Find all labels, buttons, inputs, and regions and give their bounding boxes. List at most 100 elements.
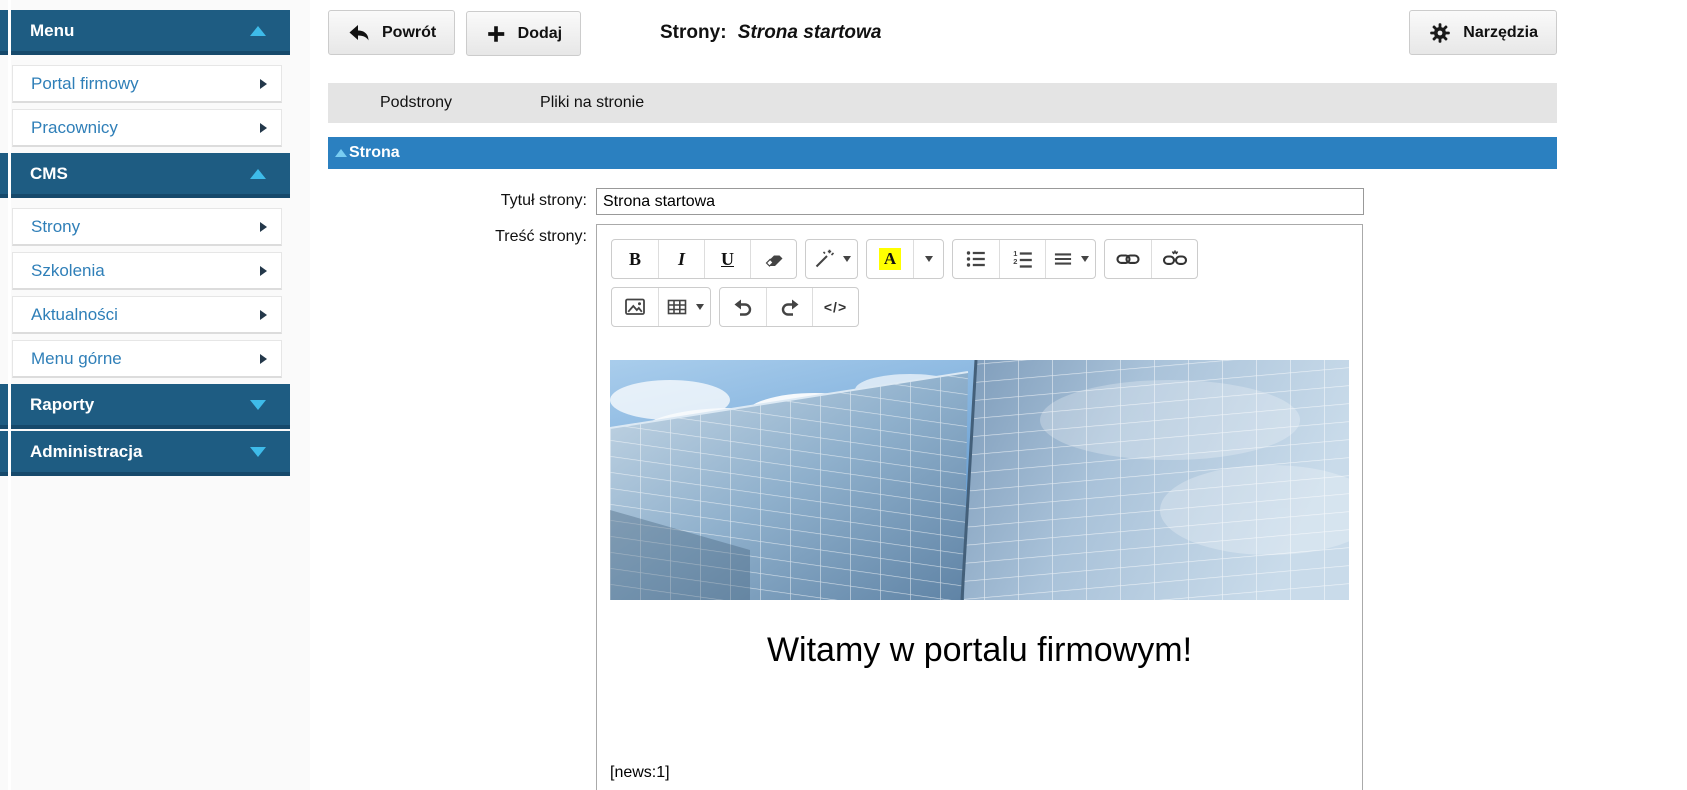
sidebar-section-administracja[interactable]: Administracja bbox=[0, 431, 290, 476]
picture-icon bbox=[623, 295, 647, 319]
content-image-buildings bbox=[610, 360, 1349, 600]
page-title-input[interactable] bbox=[596, 188, 1364, 215]
gear-icon bbox=[1428, 21, 1452, 45]
chevron-right-icon bbox=[260, 265, 267, 276]
chevron-right-icon bbox=[260, 309, 267, 320]
color-group: A bbox=[866, 239, 944, 279]
bold-button[interactable]: B bbox=[612, 240, 658, 278]
editor-content[interactable]: Witamy w portalu firmowym! [news:1] bbox=[597, 360, 1362, 782]
font-color-icon: A bbox=[878, 248, 902, 270]
table-icon bbox=[665, 295, 689, 319]
tab-bar: Podstrony Pliki na stronie bbox=[328, 83, 1557, 123]
magic-style-dropdown[interactable] bbox=[806, 240, 857, 278]
sidebar-item-menu-gorne[interactable]: Menu górne bbox=[12, 340, 282, 378]
sidebar-section-label: Menu bbox=[30, 20, 75, 40]
tools-button[interactable]: Narzędzia bbox=[1409, 10, 1557, 55]
font-color-button[interactable]: A bbox=[867, 240, 913, 278]
collapse-up-icon bbox=[335, 149, 347, 157]
sidebar-edge-stripe bbox=[8, 0, 11, 790]
tools-button-label: Narzędzia bbox=[1463, 23, 1538, 41]
collapse-down-icon bbox=[250, 399, 266, 410]
underline-button[interactable]: U bbox=[704, 240, 750, 278]
top-toolbar: Powrót Dodaj Strony: Strona startowa Nar… bbox=[328, 0, 1557, 70]
sidebar-item-label: Aktualności bbox=[31, 304, 118, 324]
insert-group bbox=[611, 287, 711, 327]
app-window: Menu Portal firmowy Pracownicy CMS Stron… bbox=[0, 0, 1687, 790]
content-heading: Witamy w portalu firmowym! bbox=[766, 631, 1193, 669]
sidebar-item-portal-firmowy[interactable]: Portal firmowy bbox=[12, 65, 282, 103]
page-form: Tytuł strony: Treść strony: B bbox=[328, 188, 1557, 790]
sidebar-item-label: Portal firmowy bbox=[31, 73, 139, 93]
collapse-up-icon bbox=[250, 25, 266, 36]
eraser-icon bbox=[762, 247, 786, 271]
chevron-right-icon bbox=[260, 353, 267, 364]
chevron-down-icon bbox=[696, 304, 704, 310]
codeview-icon: </> bbox=[823, 299, 848, 315]
redo-icon bbox=[777, 295, 803, 319]
insert-picture-button[interactable] bbox=[612, 288, 658, 326]
plus-icon bbox=[485, 23, 507, 45]
style-group bbox=[805, 239, 858, 279]
wysiwyg-editor: B I U A 1 2 </> Witamy w portalu firmowy… bbox=[596, 224, 1363, 790]
link-group bbox=[1104, 239, 1198, 279]
unordered-list-icon bbox=[964, 247, 988, 271]
magic-wand-icon bbox=[812, 247, 836, 271]
unordered-list-button[interactable] bbox=[953, 240, 999, 278]
sidebar-section-cms[interactable]: CMS bbox=[0, 153, 290, 198]
tab-podstrony[interactable]: Podstrony bbox=[380, 94, 452, 112]
chevron-right-icon bbox=[260, 122, 267, 133]
sidebar-item-strony[interactable]: Strony bbox=[12, 208, 282, 246]
tab-pliki-na-stronie[interactable]: Pliki na stronie bbox=[540, 94, 644, 112]
codeview-button[interactable]: </> bbox=[812, 288, 858, 326]
clear-format-button[interactable] bbox=[750, 240, 796, 278]
sidebar-item-szkolenia[interactable]: Szkolenia bbox=[12, 252, 282, 290]
sidebar-item-pracownicy[interactable]: Pracownicy bbox=[12, 109, 282, 147]
page-title-value: Strona startowa bbox=[737, 22, 882, 43]
panel-header-strona[interactable]: Strona bbox=[328, 137, 1557, 169]
content-shortcode: [news:1] bbox=[610, 763, 670, 781]
link-icon bbox=[1115, 247, 1141, 271]
chevron-down-icon bbox=[924, 256, 933, 262]
sidebar: Menu Portal firmowy Pracownicy CMS Stron… bbox=[0, 0, 310, 790]
editor-toolbar: B I U A 1 2 </> bbox=[597, 225, 1362, 327]
chevron-down-icon bbox=[1081, 256, 1089, 262]
chevron-down-icon bbox=[843, 256, 851, 262]
undo-button[interactable] bbox=[720, 288, 766, 326]
add-button-label: Dodaj bbox=[517, 24, 563, 42]
font-color-dropdown[interactable] bbox=[913, 240, 943, 278]
sidebar-item-label: Pracownicy bbox=[31, 117, 118, 137]
sidebar-item-label: Strony bbox=[31, 216, 81, 236]
chevron-right-icon bbox=[260, 78, 267, 89]
insert-link-button[interactable] bbox=[1105, 240, 1151, 278]
sidebar-section-label: CMS bbox=[30, 163, 68, 183]
sidebar-section-raporty[interactable]: Raporty bbox=[0, 384, 290, 429]
content-field-label: Treść strony: bbox=[495, 228, 587, 245]
add-button[interactable]: Dodaj bbox=[465, 11, 582, 56]
back-button-label: Powrót bbox=[382, 23, 437, 41]
ordered-list-icon: 1 2 bbox=[1011, 247, 1035, 271]
panel-title: Strona bbox=[349, 144, 400, 161]
underline-icon: U bbox=[721, 248, 734, 269]
history-group: </> bbox=[719, 287, 859, 327]
page-title: Strony: Strona startowa bbox=[660, 22, 881, 44]
sidebar-item-label: Menu górne bbox=[31, 348, 122, 368]
italic-icon: I bbox=[677, 248, 685, 269]
insert-table-dropdown[interactable] bbox=[658, 288, 710, 326]
align-icon bbox=[1052, 248, 1074, 270]
unlink-icon bbox=[1162, 247, 1188, 271]
back-button[interactable]: Powrót bbox=[328, 10, 456, 55]
align-dropdown[interactable] bbox=[1045, 240, 1095, 278]
ordered-list-button[interactable]: 1 2 bbox=[999, 240, 1045, 278]
unlink-button[interactable] bbox=[1151, 240, 1197, 278]
italic-button[interactable]: I bbox=[658, 240, 704, 278]
sidebar-section-label: Administracja bbox=[30, 441, 143, 461]
font-style-group: B I U bbox=[611, 239, 797, 279]
redo-button[interactable] bbox=[766, 288, 812, 326]
sidebar-section-menu[interactable]: Menu bbox=[0, 10, 290, 55]
collapse-down-icon bbox=[250, 446, 266, 457]
bold-icon: B bbox=[628, 248, 641, 269]
sidebar-item-aktualnosci[interactable]: Aktualności bbox=[12, 296, 282, 334]
sidebar-section-label: Raporty bbox=[30, 394, 95, 414]
main-area: Powrót Dodaj Strony: Strona startowa Nar… bbox=[310, 0, 1687, 790]
page-title-section: Strony bbox=[660, 22, 721, 43]
